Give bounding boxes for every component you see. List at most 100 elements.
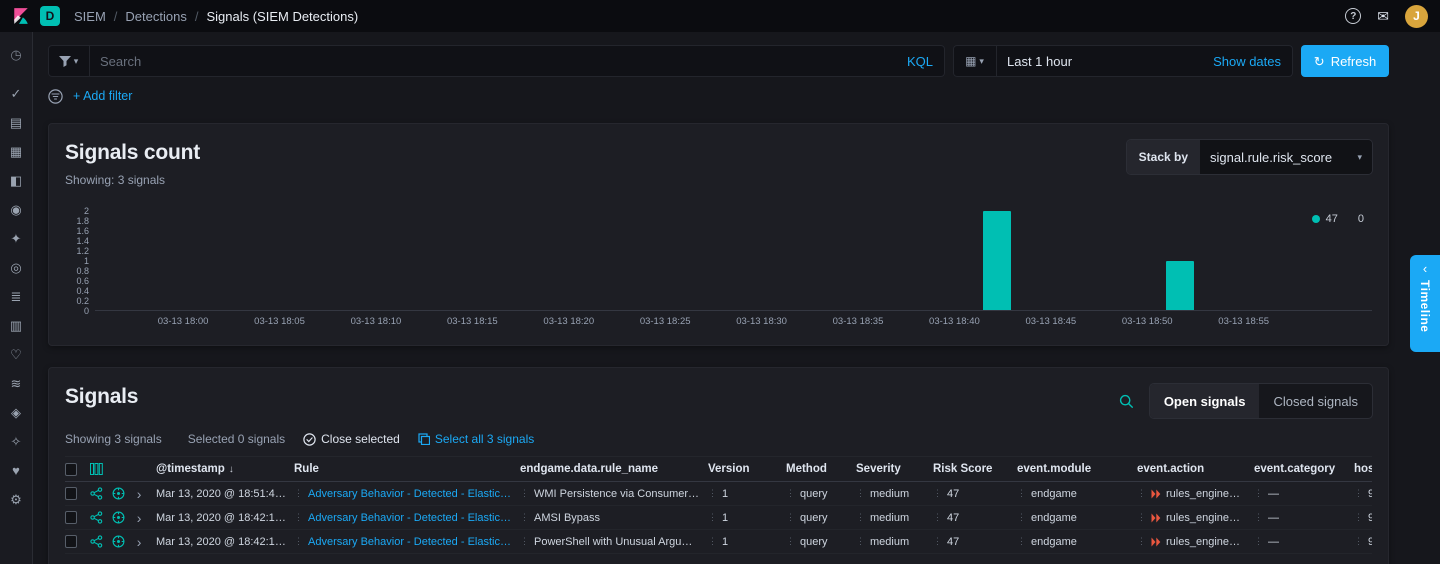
calendar-menu-button[interactable]: ▦ ▾ — [953, 45, 997, 77]
method-value[interactable]: query — [800, 512, 828, 524]
event-module-value[interactable]: endgame — [1031, 536, 1077, 548]
open-signals-toggle[interactable]: Open signals — [1150, 384, 1260, 418]
column-header-rule[interactable]: Rule — [294, 463, 520, 475]
drag-handle-icon[interactable]: ⋮ — [786, 513, 795, 522]
legend-item[interactable]: 47 — [1312, 213, 1338, 225]
timestamp-value[interactable]: Mar 13, 2020 @ 18:42:13.259 — [156, 512, 286, 524]
column-header-endgame-data-rule-name[interactable]: endgame.data.rule_name — [520, 463, 708, 475]
rule-name-value[interactable]: WMI Persistence via Consumer Binding ... — [534, 488, 700, 500]
version-value[interactable]: 1 — [722, 536, 728, 548]
drag-handle-icon[interactable]: ⋮ — [856, 513, 865, 522]
endpoint-icon[interactable]: ✧ — [0, 427, 32, 456]
investigate-in-timeline-icon[interactable] — [85, 511, 108, 524]
dashboard-icon[interactable]: ▦ — [0, 137, 32, 166]
severity-value[interactable]: medium — [870, 536, 909, 548]
legend-item[interactable]: 0 — [1358, 213, 1364, 225]
drag-handle-icon[interactable]: ⋮ — [1254, 489, 1263, 498]
severity-value[interactable]: medium — [870, 512, 909, 524]
drag-handle-icon[interactable]: ⋮ — [786, 537, 795, 546]
severity-value[interactable]: medium — [870, 488, 909, 500]
metrics-icon[interactable]: ▥ — [0, 311, 32, 340]
time-range-value[interactable]: Last 1 hour — [1007, 54, 1072, 69]
inspect-button[interactable] — [1117, 392, 1136, 411]
fields-browser-button[interactable] — [85, 463, 108, 475]
event-category-value[interactable]: — — [1268, 512, 1279, 524]
canvas-icon[interactable]: ◧ — [0, 166, 32, 195]
rule-link[interactable]: Adversary Behavior - Detected - Elastic … — [308, 536, 512, 548]
query-language-toggle[interactable]: KQL — [907, 54, 945, 69]
analyze-event-icon[interactable] — [108, 535, 131, 548]
event-action-value[interactable]: rules_engine_event — [1166, 488, 1246, 500]
drag-handle-icon[interactable]: ⋮ — [1137, 537, 1146, 546]
table-row[interactable]: › Mar 13, 2020 @ 18:42:13.259 ⋮Adversary… — [65, 506, 1372, 530]
drag-handle-icon[interactable]: ⋮ — [708, 513, 717, 522]
help-icon[interactable]: ? — [1345, 8, 1361, 24]
drag-handle-icon[interactable]: ⋮ — [1017, 537, 1026, 546]
investigate-in-timeline-icon[interactable] — [85, 487, 108, 500]
risk-score-value[interactable]: 47 — [947, 488, 959, 500]
recently-viewed-icon[interactable]: ◷ — [0, 40, 32, 69]
event-action-value[interactable]: rules_engine_event — [1166, 512, 1246, 524]
event-category-value[interactable]: — — [1268, 488, 1279, 500]
rule-name-value[interactable]: AMSI Bypass — [534, 512, 600, 524]
close-selected-button[interactable]: Close selected — [303, 432, 400, 446]
drag-handle-icon[interactable]: ⋮ — [1017, 513, 1026, 522]
rule-link[interactable]: Adversary Behavior - Detected - Elastic … — [308, 512, 512, 524]
drag-handle-icon[interactable]: ⋮ — [933, 537, 942, 546]
drag-handle-icon[interactable]: ⋮ — [1354, 489, 1363, 498]
column-header-risk-score[interactable]: Risk Score — [933, 463, 1017, 475]
table-row[interactable]: › Mar 13, 2020 @ 18:51:40.770 ⋮Adversary… — [65, 482, 1372, 506]
event-module-value[interactable]: endgame — [1031, 488, 1077, 500]
drag-handle-icon[interactable]: ⋮ — [1254, 537, 1263, 546]
column-header-severity[interactable]: Severity — [856, 463, 933, 475]
graph-icon[interactable]: ◎ — [0, 253, 32, 282]
drag-handle-icon[interactable]: ⋮ — [1137, 513, 1146, 522]
event-module-value[interactable]: endgame — [1031, 512, 1077, 524]
breadcrumb-siem[interactable]: SIEM — [74, 9, 106, 24]
host-name-value[interactable]: 9 — [1368, 536, 1372, 548]
drag-handle-icon[interactable]: ⋮ — [856, 489, 865, 498]
filter-set-icon[interactable] — [48, 89, 63, 104]
row-checkbox[interactable] — [65, 487, 77, 500]
table-row[interactable]: › Mar 13, 2020 @ 18:42:13.259 ⋮ Adversary… — [65, 530, 1372, 554]
mail-icon[interactable]: ✉ — [1377, 9, 1389, 23]
drag-handle-icon[interactable]: ⋮ — [520, 537, 529, 546]
version-value[interactable]: 1 — [722, 488, 728, 500]
host-name-value[interactable]: 9 — [1368, 512, 1372, 524]
drag-handle-icon[interactable]: ⋮ — [294, 513, 303, 522]
timeline-flyout-button[interactable]: ‹ Timeline — [1410, 255, 1440, 352]
siem-icon[interactable]: ◈ — [0, 398, 32, 427]
event-category-value[interactable]: — — [1268, 536, 1279, 548]
select-all-link[interactable]: Select all 3 signals — [418, 432, 534, 446]
column-header-event-action[interactable]: event.action — [1137, 463, 1254, 475]
refresh-button[interactable]: ↻ Refresh — [1301, 45, 1389, 77]
management-icon[interactable]: ⚙ — [0, 485, 32, 514]
method-value[interactable]: query — [800, 488, 828, 500]
drag-handle-icon[interactable]: ⋮ — [294, 537, 303, 546]
column-header-event-module[interactable]: event.module — [1017, 463, 1137, 475]
uptime-icon[interactable]: ✓ — [0, 79, 32, 108]
column-header-method[interactable]: Method — [786, 463, 856, 475]
drag-handle-icon[interactable]: ⋮ — [708, 489, 717, 498]
column-header-host-name[interactable]: host.name — [1354, 463, 1372, 475]
drag-handle-icon[interactable]: ⋮ — [708, 537, 717, 546]
machine-learning-icon[interactable]: ✦ — [0, 224, 32, 253]
user-avatar[interactable]: J — [1405, 5, 1428, 28]
closed-signals-toggle[interactable]: Closed signals — [1259, 384, 1372, 418]
visualize-icon[interactable]: ▤ — [0, 108, 32, 137]
analyze-event-icon[interactable] — [108, 487, 131, 500]
drag-handle-icon[interactable]: ⋮ — [1354, 537, 1363, 546]
event-action-value[interactable]: rules_engine_event — [1166, 536, 1246, 548]
histogram-bar[interactable] — [983, 211, 1011, 310]
add-filter-link[interactable]: + Add filter — [73, 89, 132, 103]
drag-handle-icon[interactable]: ⋮ — [933, 513, 942, 522]
stack-monitoring-icon[interactable]: ♥ — [0, 456, 32, 485]
select-all-checkbox[interactable] — [65, 463, 77, 476]
expand-row-chevron-icon[interactable]: › — [130, 535, 148, 549]
saved-query-menu-button[interactable]: ▾ — [48, 45, 90, 77]
timestamp-value[interactable]: Mar 13, 2020 @ 18:42:13.259 — [156, 536, 286, 548]
row-checkbox[interactable] — [65, 535, 77, 548]
risk-score-value[interactable]: 47 — [947, 512, 959, 524]
timestamp-value[interactable]: Mar 13, 2020 @ 18:51:40.770 — [156, 488, 286, 500]
kibana-logo-icon[interactable] — [12, 7, 30, 25]
